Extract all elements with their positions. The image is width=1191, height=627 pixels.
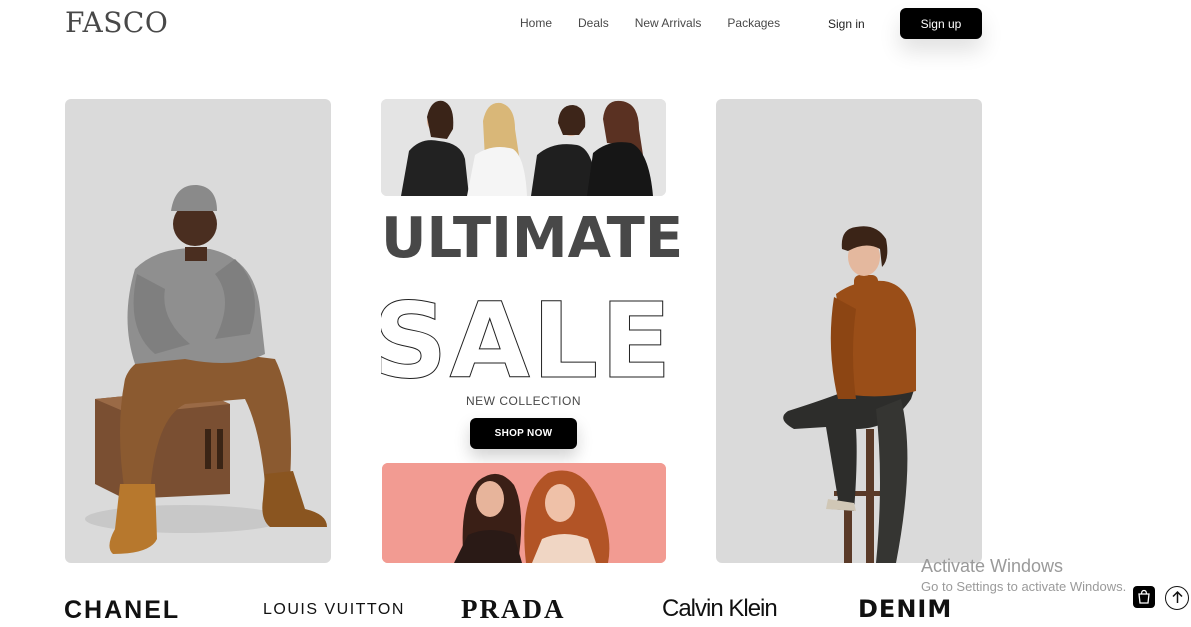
hero-image-top (381, 99, 666, 196)
brand-louis-vuitton[interactable]: LOUIS VUITTON (263, 601, 405, 619)
nav-new-arrivals[interactable]: New Arrivals (635, 16, 702, 30)
sale-outline-text: SALE (381, 283, 666, 383)
hero-image-left (65, 99, 331, 563)
brand-strip: CHANEL LOUIS VUITTON PRADA Calvin Klein … (0, 594, 1191, 626)
brand-denim[interactable]: DENIM (858, 595, 952, 623)
main-nav: Home Deals New Arrivals Packages (520, 16, 806, 30)
activate-windows-watermark: Activate Windows Go to Settings to activ… (921, 556, 1126, 594)
sale-text: SALE (381, 283, 666, 383)
sign-up-button[interactable]: Sign up (900, 8, 982, 39)
shopping-bag-icon (1138, 589, 1150, 604)
brand-logo[interactable]: FASCO (65, 6, 168, 39)
arrow-up-icon (1171, 590, 1183, 603)
sign-in-link[interactable]: Sign in (828, 17, 865, 31)
nav-packages[interactable]: Packages (727, 16, 780, 30)
activate-subtitle: Go to Settings to activate Windows. (921, 579, 1127, 594)
nav-deals[interactable]: Deals (578, 16, 609, 30)
smiling-women-illustration (382, 463, 666, 563)
seated-man-illustration (85, 184, 327, 554)
brand-chanel[interactable]: CHANEL (64, 596, 180, 625)
scroll-top-button[interactable] (1165, 586, 1189, 610)
women-group-illustration (381, 99, 666, 196)
hero-headline: ULTIMATE (381, 206, 684, 271)
nav-home[interactable]: Home (520, 16, 552, 30)
hero-image-right (716, 99, 982, 563)
new-collection-label: NEW COLLECTION (465, 394, 581, 408)
cart-button[interactable] (1133, 586, 1155, 608)
hero-image-bottom (382, 463, 666, 563)
activate-title: Activate Windows (921, 556, 1064, 576)
brand-prada[interactable]: PRADA (461, 594, 566, 625)
standing-man-illustration (783, 226, 916, 563)
brand-calvin-klein[interactable]: Calvin Klein (662, 595, 778, 623)
shop-now-button[interactable]: SHOP NOW (470, 418, 577, 449)
